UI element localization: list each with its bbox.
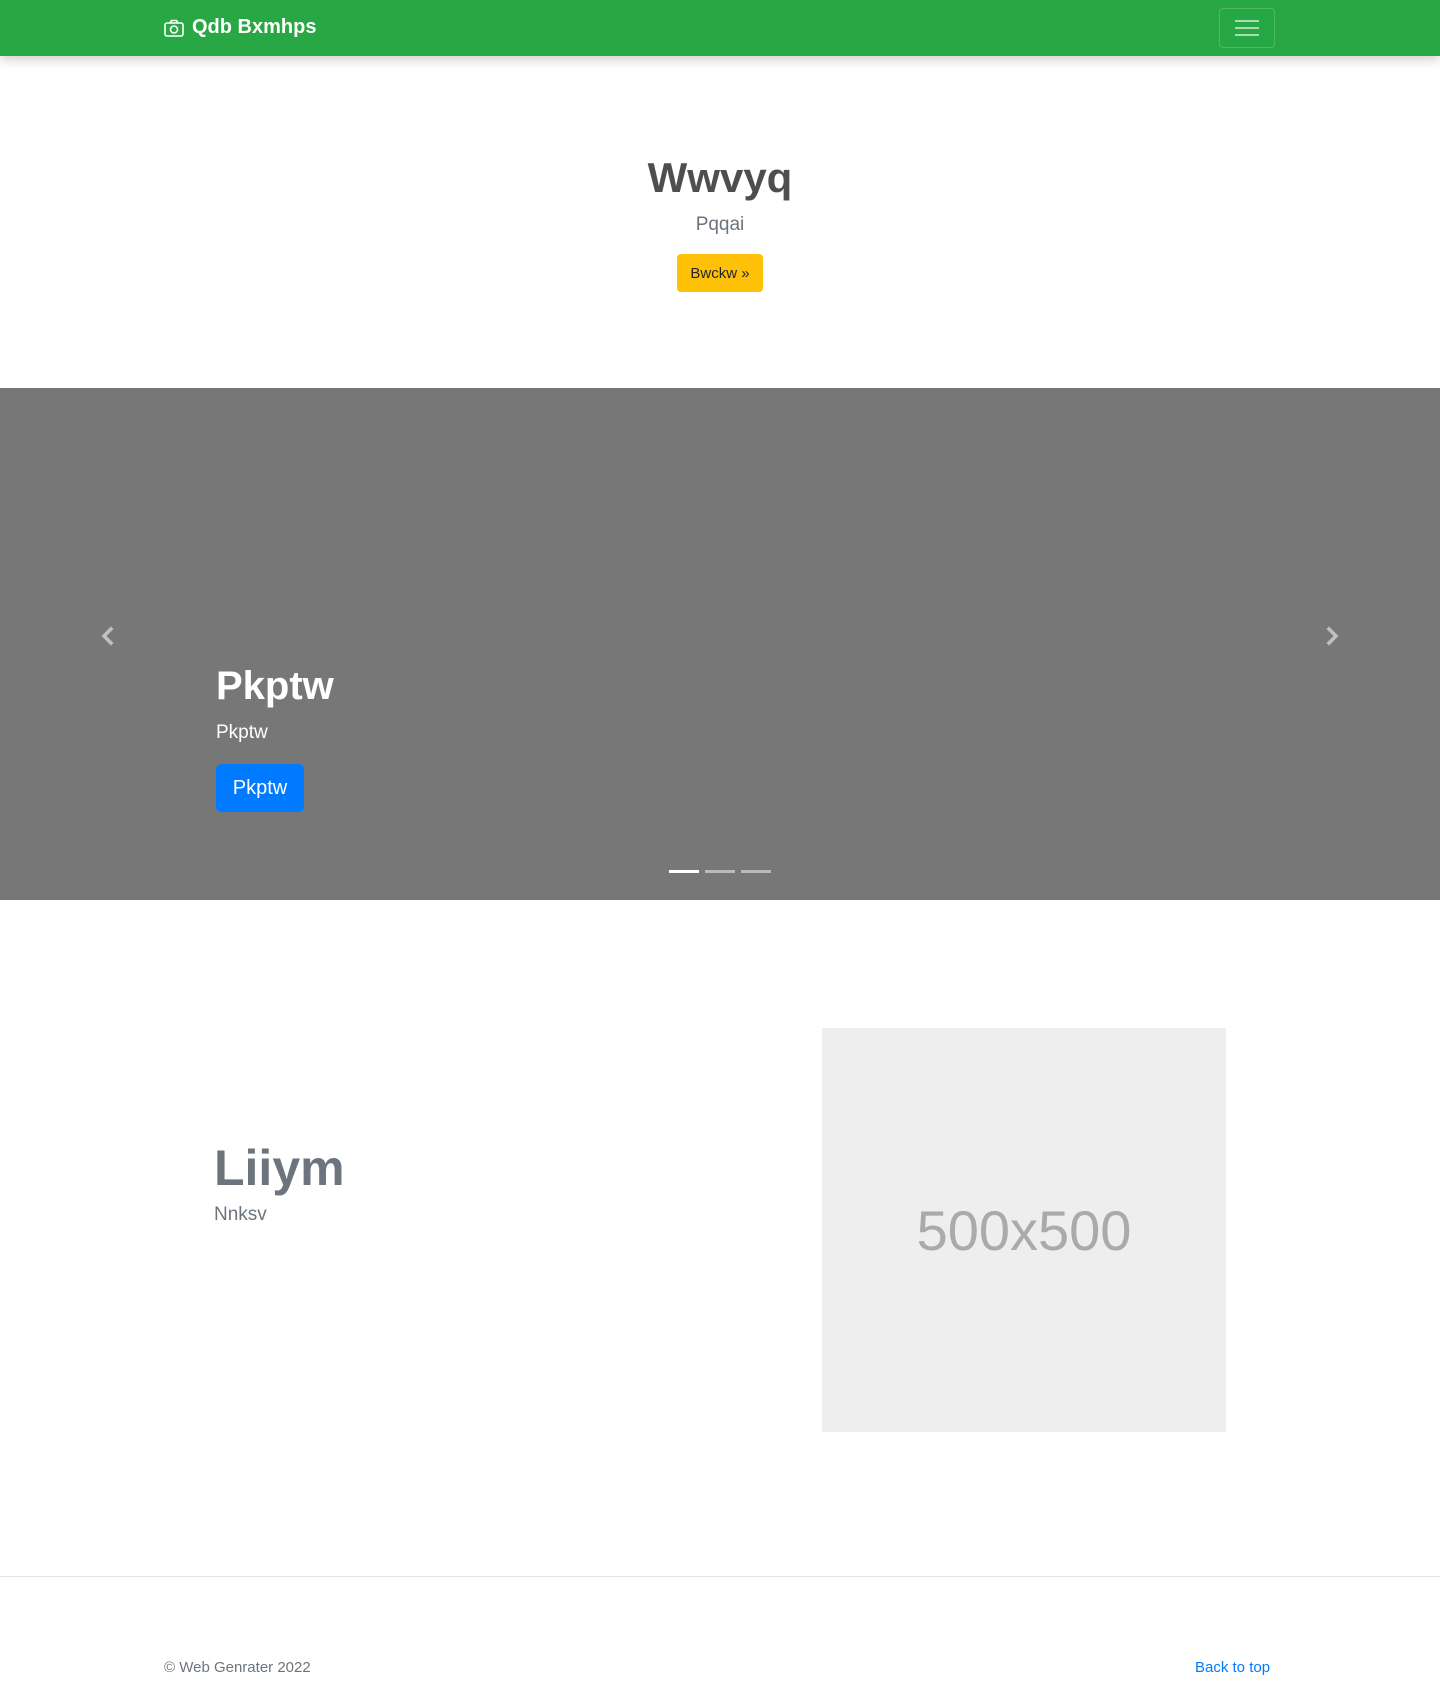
feature-image-placeholder: 500x500 bbox=[822, 1028, 1226, 1432]
footer-divider bbox=[0, 1576, 1440, 1577]
navbar-toggler-button[interactable] bbox=[1219, 8, 1275, 48]
hero-subtitle: Pqqai bbox=[695, 214, 745, 235]
carousel-prev-button[interactable] bbox=[88, 616, 128, 656]
carousel-indicator-1[interactable] bbox=[669, 870, 699, 873]
brand-name: Qdb Bxmhps bbox=[192, 16, 317, 38]
carousel-indicator-2[interactable] bbox=[705, 870, 735, 873]
feature-subtitle: Nnksv bbox=[214, 1204, 267, 1225]
feature-title: Liiym bbox=[214, 1140, 345, 1196]
placeholder-label: 500x500 bbox=[916, 1198, 1132, 1262]
footer-copyright: © Web Genrater 2022 bbox=[164, 1659, 311, 1676]
brand-link[interactable]: Qdb Bxmhps bbox=[164, 16, 316, 39]
carousel-caption-subtitle: Pkptw bbox=[216, 722, 268, 743]
carousel-caption-button[interactable]: Pkptw bbox=[216, 764, 304, 812]
hero-title: Wwvyq bbox=[647, 154, 793, 201]
chevron-right-icon bbox=[1326, 626, 1339, 646]
camera-icon bbox=[164, 19, 184, 37]
hero-cta-button[interactable]: Bwckw » bbox=[677, 254, 763, 292]
carousel-caption-title: Pkptw bbox=[216, 664, 334, 708]
carousel-indicator-3[interactable] bbox=[741, 870, 771, 873]
navbar: Qdb Bxmhps bbox=[0, 0, 1440, 56]
carousel: Pkptw Pkptw Pkptw bbox=[0, 388, 1440, 900]
chevron-left-icon bbox=[101, 626, 114, 646]
carousel-next-button[interactable] bbox=[1312, 616, 1352, 656]
hamburger-icon bbox=[1235, 20, 1259, 36]
carousel-indicators bbox=[669, 870, 771, 873]
back-to-top-link[interactable]: Back to top bbox=[1195, 1659, 1270, 1676]
